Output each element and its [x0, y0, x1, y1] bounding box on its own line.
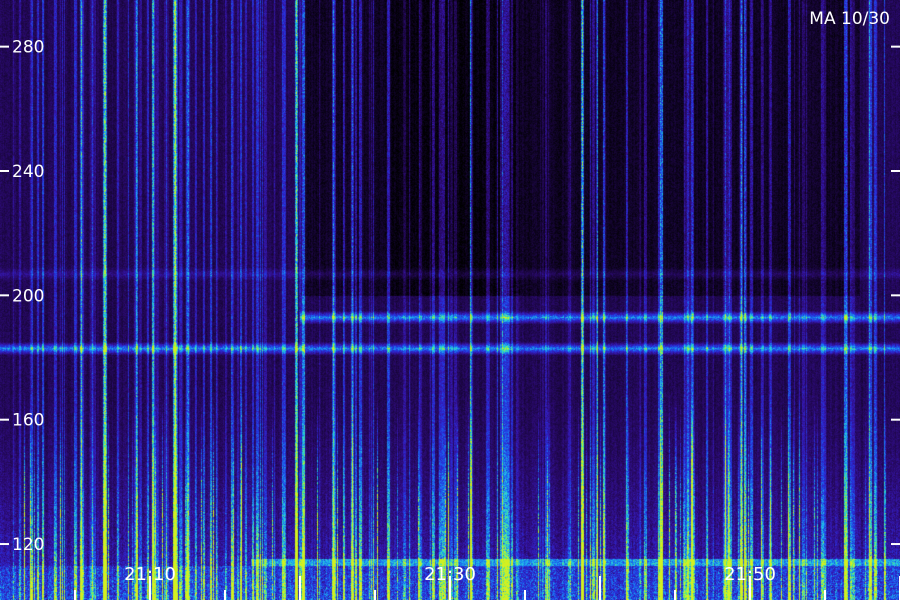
- y-tick-label: 120: [12, 535, 44, 555]
- y-tick-label: 160: [12, 411, 44, 431]
- y-tick-label: 280: [12, 38, 44, 58]
- x-axis: 21:10 21:30 21:50: [74, 564, 900, 600]
- y-tick-label: 240: [12, 162, 44, 182]
- x-tick-label: 21:30: [424, 564, 476, 585]
- chart-axes-overlay: 120 160 200 240 280 21:10 21:30 21:50 MA 10/30: [0, 9, 900, 600]
- x-tick-label: 21:10: [124, 564, 176, 585]
- y-tick-label: 200: [12, 286, 44, 306]
- y-axis-right: [891, 45, 900, 546]
- chart-title: MA 10/30: [809, 9, 890, 29]
- x-tick-label: 21:50: [724, 564, 776, 585]
- y-axis-left: 120 160 200 240 280: [0, 38, 44, 555]
- spectrogram-chart: 120 160 200 240 280 21:10 21:30 21:50 MA 10/30: [0, 0, 900, 600]
